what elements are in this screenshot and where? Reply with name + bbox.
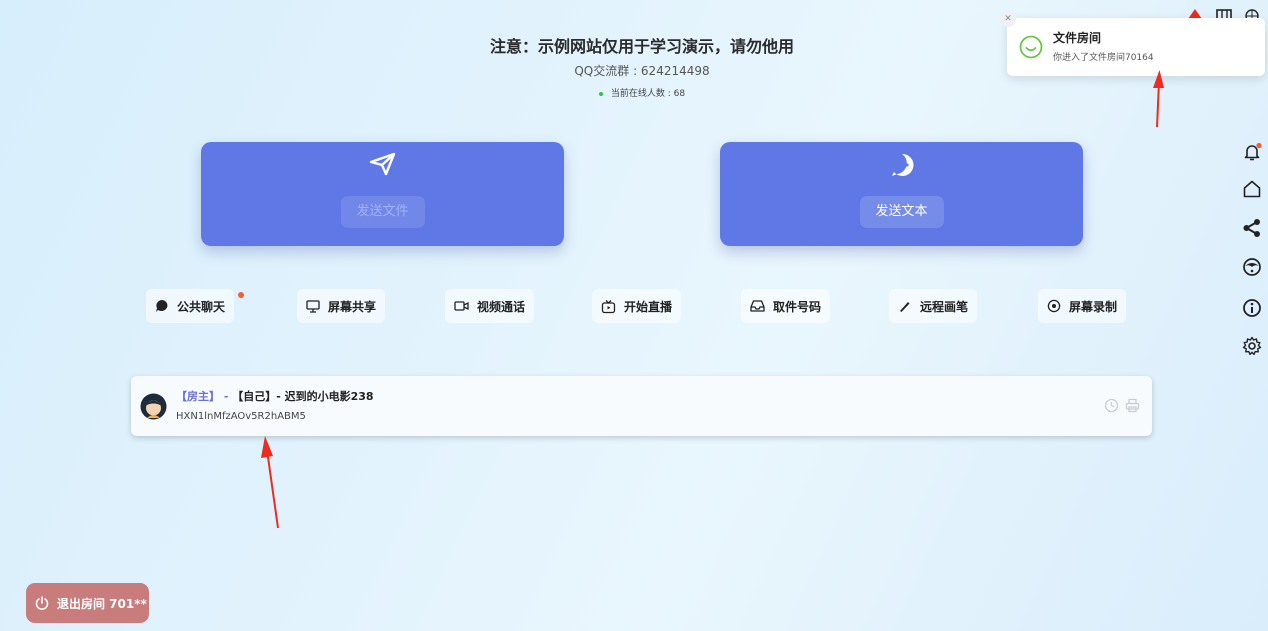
tv-icon (601, 299, 616, 313)
remote-pen-label: 远程画笔 (920, 299, 969, 314)
online-count: 当前在线人数 : 68 (0, 86, 1268, 99)
notification-title: 文件房间 (1053, 31, 1102, 45)
globe-icon[interactable] (1245, 4, 1259, 23)
user-id: HXN1lnMfzAOv5R2hABM5 (176, 411, 306, 422)
inbox-icon (750, 300, 765, 312)
start-live-label: 开始直播 (624, 299, 673, 314)
user-face-icon[interactable] (1241, 256, 1263, 278)
send-file-card[interactable]: 发送文件 (201, 142, 564, 246)
close-icon[interactable]: ✕ (1000, 11, 1016, 27)
grid-icon[interactable] (1216, 4, 1232, 20)
notification-message: 你进入了文件房间70164 (1053, 53, 1154, 63)
start-live-button[interactable]: 开始直播 (592, 289, 682, 323)
notification-toast: ✕ 文件房间 你进入了文件房间70164 (1000, 11, 1265, 76)
share-icon[interactable] (1241, 217, 1263, 239)
success-smile-icon (1019, 35, 1043, 63)
send-text-card[interactable]: 发送文本 (720, 142, 1083, 246)
video-camera-icon (454, 301, 469, 311)
send-text-button[interactable]: 发送文本 (859, 196, 944, 228)
chat-bubble-icon (720, 152, 1083, 178)
screen-record-label: 屏幕录制 (1069, 299, 1118, 314)
paper-plane-icon (201, 152, 564, 176)
send-file-button[interactable]: 发送文件 (340, 196, 425, 228)
user-list-item[interactable]: 【房主】 - 【自己】- 迟到的小电影238 HXN1lnMfzAOv5R2hA… (131, 376, 1152, 436)
host-tag: 【房主】 - (176, 390, 233, 403)
annotation-arrow-notification (1153, 70, 1164, 128)
monitor-icon (306, 300, 320, 313)
exit-room-label: 退出房间 701** (57, 596, 147, 611)
online-dot-icon (598, 91, 603, 96)
user-name: 【自己】- 迟到的小电影238 (232, 390, 374, 403)
online-count-text: 当前在线人数 : 68 (610, 89, 686, 99)
user-name-line: 【房主】 - 【自己】- 迟到的小电影238 (176, 388, 374, 404)
public-chat-label: 公共聊天 (177, 299, 226, 314)
screen-share-button[interactable]: 屏幕共享 (297, 289, 386, 323)
bell-icon[interactable] (1241, 141, 1263, 163)
warning-icon[interactable] (1188, 4, 1202, 19)
public-chat-button[interactable]: 公共聊天 (146, 289, 235, 323)
pickup-code-button[interactable]: 取件号码 (741, 289, 831, 323)
screen-record-button[interactable]: 屏幕录制 (1038, 289, 1127, 323)
exit-room-button[interactable]: 退出房间 701** (26, 583, 149, 623)
video-call-button[interactable]: 视频通话 (445, 289, 535, 323)
annotation-arrow-user (261, 436, 279, 529)
pickup-code-label: 取件号码 (773, 299, 822, 314)
avatar (140, 393, 167, 420)
remote-pen-button[interactable]: 远程画笔 (889, 289, 978, 323)
gear-icon[interactable] (1241, 335, 1263, 357)
print-icon[interactable] (1125, 398, 1140, 413)
home-icon[interactable] (1241, 178, 1263, 200)
row-actions (1104, 398, 1140, 413)
record-icon (1047, 299, 1061, 313)
clock-icon[interactable] (1104, 398, 1119, 413)
chat-icon (156, 300, 168, 312)
info-icon[interactable] (1241, 297, 1263, 319)
chat-badge-dot (238, 292, 244, 298)
video-call-label: 视频通话 (477, 299, 526, 314)
power-icon (35, 596, 49, 610)
pen-icon (900, 302, 910, 312)
screen-share-label: 屏幕共享 (328, 299, 377, 314)
